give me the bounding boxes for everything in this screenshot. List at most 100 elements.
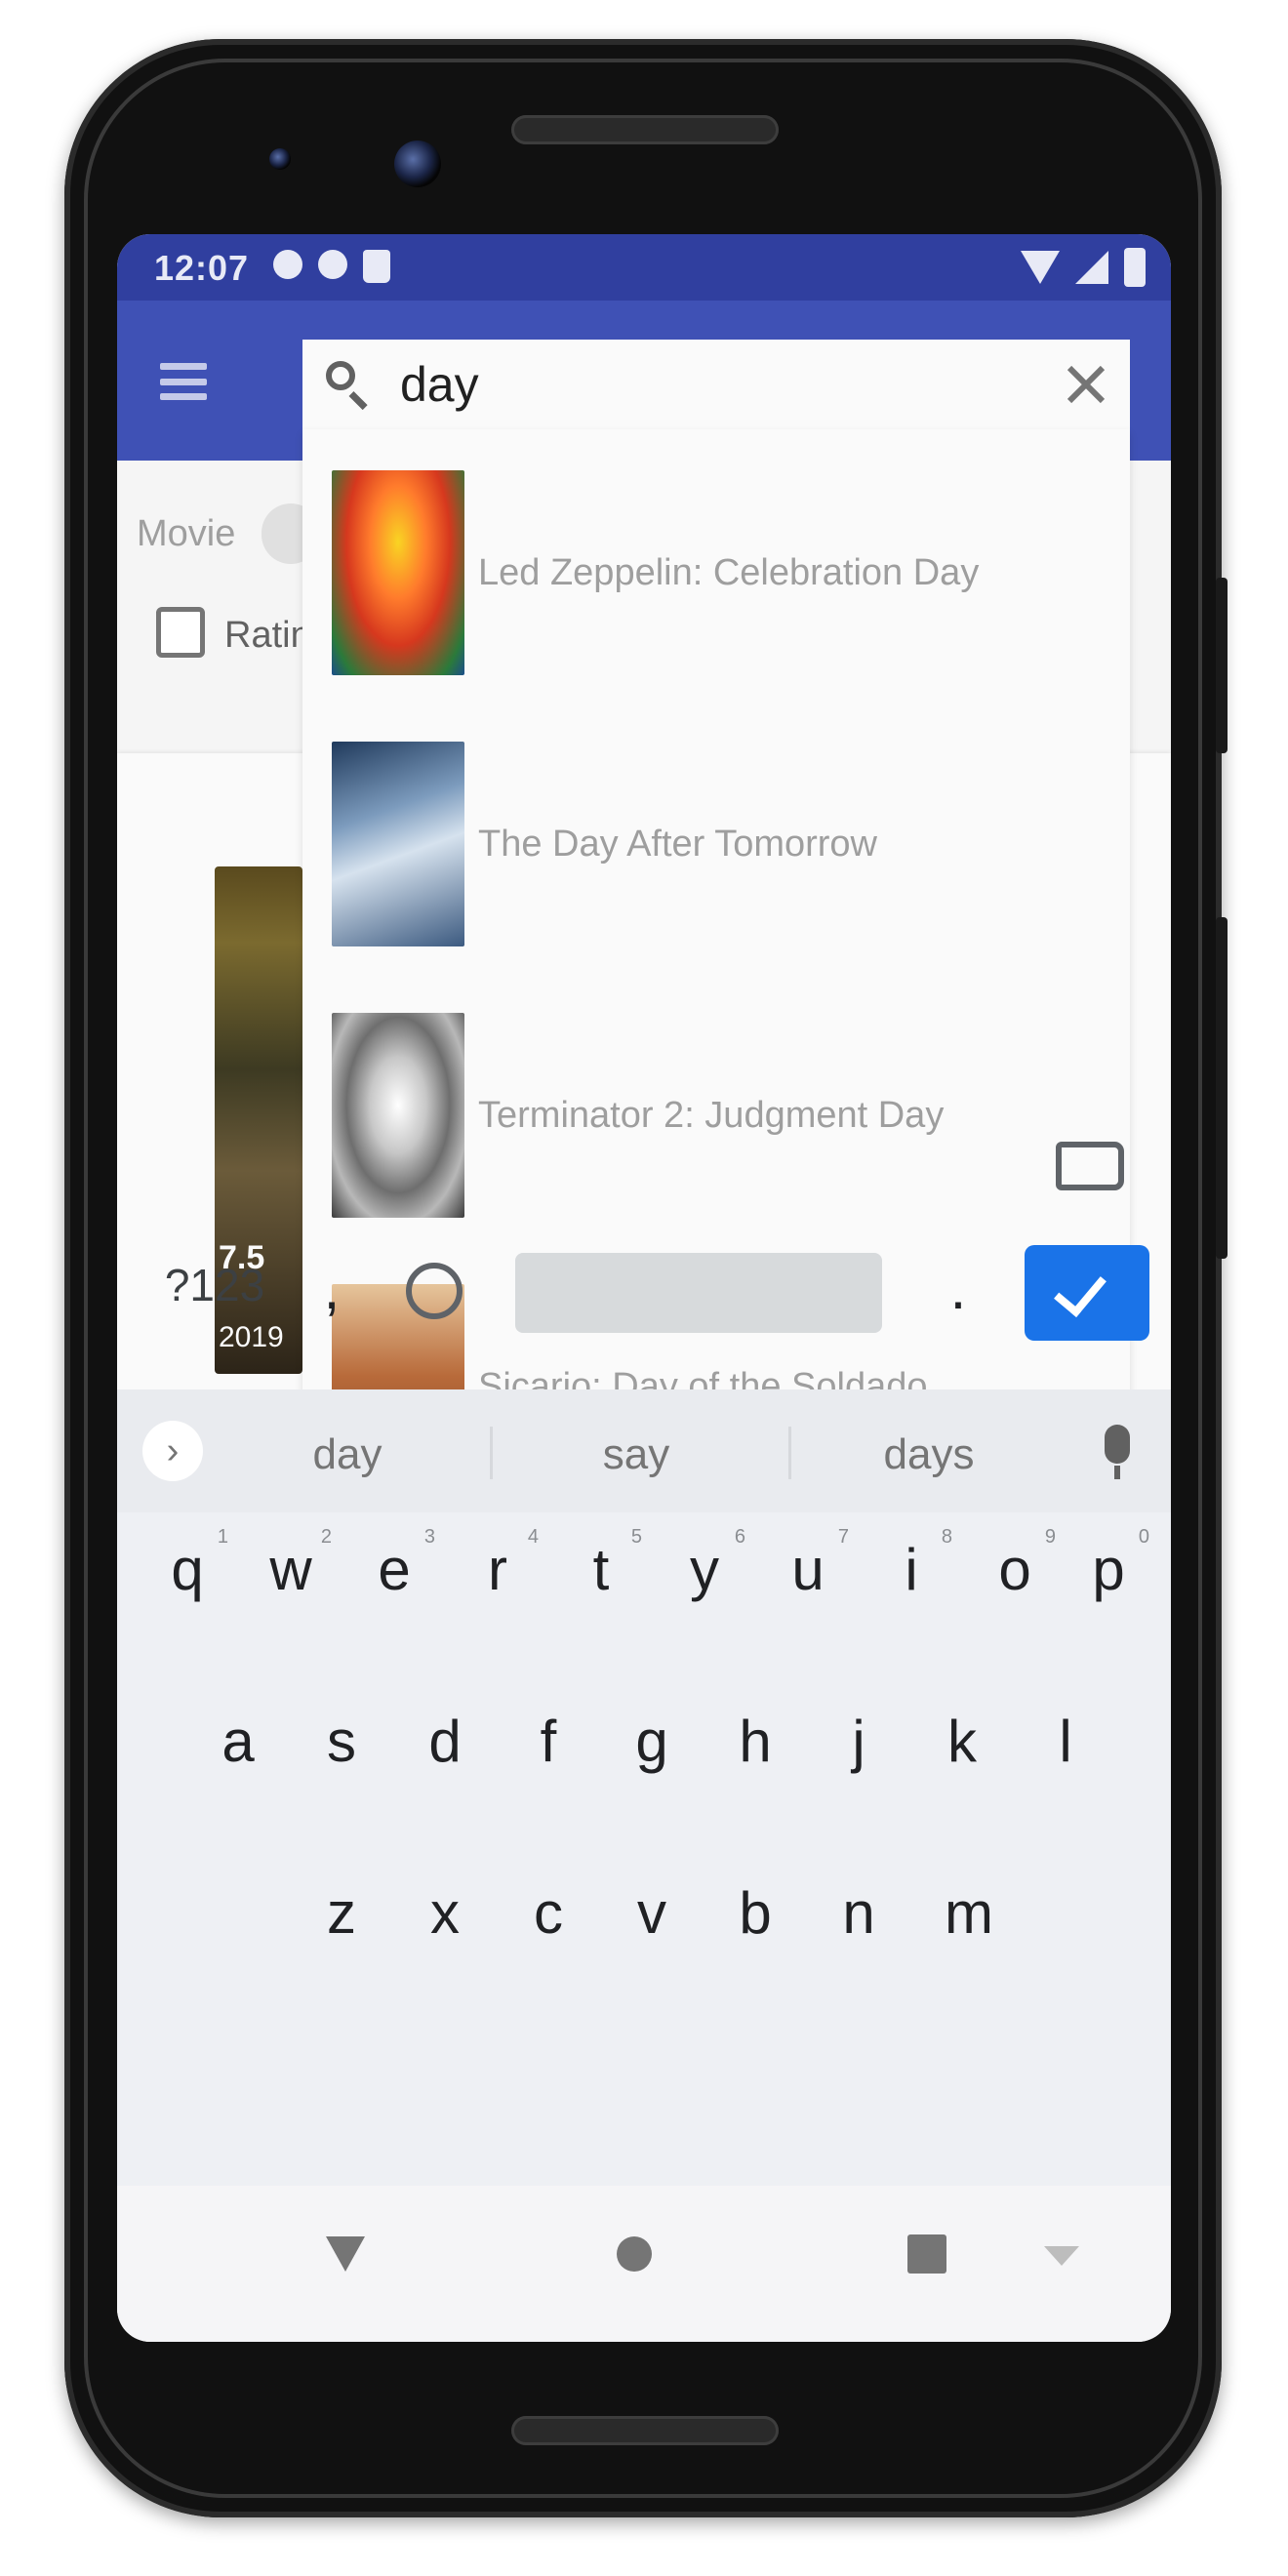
key-h[interactable]: h — [708, 1708, 802, 1805]
volume-button — [1216, 917, 1228, 1259]
earpiece-speaker — [511, 115, 779, 144]
back-icon[interactable] — [326, 2236, 365, 2272]
suggestion-item[interactable]: Terminator 2: Judgment Day — [302, 972, 1130, 1243]
suggestion-item[interactable]: Led Zeppelin: Celebration Day — [302, 429, 1130, 701]
key-j[interactable]: j — [812, 1708, 906, 1805]
microphone-icon[interactable] — [1105, 1425, 1130, 1464]
keyboard-suggestion[interactable]: day — [230, 1430, 464, 1479]
key-hint: 5 — [630, 1526, 642, 1548]
keyboard-suggestion-strip: › day say days — [117, 1389, 1171, 1512]
key-hint: 7 — [837, 1526, 849, 1548]
key-hint: 2 — [320, 1526, 332, 1548]
key-y[interactable]: y6 — [658, 1526, 751, 1633]
key-z[interactable]: z — [295, 1879, 388, 1977]
key-c[interactable]: c — [502, 1879, 595, 1977]
suggestion-poster — [332, 1013, 464, 1218]
phone-screen: 12:07 Movie Ratin 7.5 2019 day Led Zeppe… — [117, 234, 1171, 2342]
movie-filter-label: Movie — [137, 513, 236, 554]
key-hint: 4 — [527, 1526, 539, 1548]
signal-icon — [1075, 251, 1108, 284]
key-hint: 9 — [1044, 1526, 1056, 1548]
key-r[interactable]: r4 — [451, 1526, 544, 1633]
emoji-icon[interactable] — [406, 1263, 463, 1319]
key-m[interactable]: m — [915, 1879, 1023, 1977]
key-letter: t — [592, 1537, 610, 1602]
notification-icon — [273, 250, 302, 279]
key-letter: r — [488, 1537, 507, 1602]
search-icon — [326, 361, 371, 411]
status-time: 12:07 — [154, 248, 250, 288]
key-k[interactable]: k — [915, 1708, 1009, 1805]
key-hint: 1 — [217, 1526, 228, 1548]
bottom-speaker — [511, 2416, 779, 2445]
wifi-icon — [1021, 251, 1060, 284]
key-b[interactable]: b — [708, 1879, 802, 1977]
key-hint: 0 — [1138, 1526, 1149, 1548]
key-f[interactable]: f — [502, 1708, 595, 1805]
key-letter: e — [378, 1537, 411, 1602]
power-button — [1216, 578, 1228, 753]
key-letter: p — [1092, 1537, 1125, 1602]
key-u[interactable]: u7 — [761, 1526, 855, 1633]
comma-key[interactable]: , — [302, 1255, 361, 1343]
notification-icons — [273, 250, 390, 283]
home-icon[interactable] — [617, 2236, 652, 2272]
recents-icon[interactable] — [907, 2234, 946, 2274]
suggestion-poster — [332, 742, 464, 946]
keyboard-suggestion[interactable]: say — [519, 1430, 753, 1479]
symbols-key[interactable]: ?123 — [146, 1259, 283, 1327]
keyboard-suggestion[interactable]: days — [812, 1430, 1046, 1479]
key-d[interactable]: d — [398, 1708, 492, 1805]
clipboard-icon — [363, 250, 390, 283]
key-q[interactable]: q1 — [141, 1526, 234, 1633]
suggestion-title: Terminator 2: Judgment Day — [478, 1095, 945, 1136]
suggestion-title: Led Zeppelin: Celebration Day — [478, 552, 980, 593]
front-camera — [394, 141, 441, 187]
key-v[interactable]: v — [605, 1879, 699, 1977]
key-letter: w — [269, 1537, 312, 1602]
key-x[interactable]: x — [398, 1879, 492, 1977]
space-key[interactable] — [515, 1253, 882, 1333]
key-w[interactable]: w2 — [244, 1526, 338, 1633]
soft-keyboard: › day say days q1 w2 e3 r4 t5 y6 u7 i8 o… — [117, 1389, 1171, 2342]
menu-icon[interactable] — [160, 363, 207, 400]
key-t[interactable]: t5 — [554, 1526, 648, 1633]
backspace-icon[interactable] — [1056, 1142, 1124, 1190]
period-key[interactable]: . — [929, 1255, 987, 1343]
divider — [490, 1427, 493, 1479]
key-letter: o — [998, 1537, 1031, 1602]
key-l[interactable]: l — [1019, 1708, 1112, 1805]
key-hint: 8 — [941, 1526, 952, 1548]
key-letter: q — [171, 1537, 204, 1602]
suggestion-item[interactable]: The Day After Tomorrow — [302, 701, 1130, 972]
close-icon[interactable] — [1064, 363, 1107, 406]
front-sensor — [269, 148, 291, 170]
navigation-bar — [117, 2186, 1171, 2342]
key-a[interactable]: a — [191, 1708, 285, 1805]
hide-keyboard-icon[interactable] — [1044, 2246, 1079, 2266]
key-hint: 3 — [423, 1526, 435, 1548]
rating-checkbox[interactable] — [156, 607, 205, 658]
search-bar — [302, 340, 1130, 429]
suggestion-poster — [332, 470, 464, 675]
suggestion-title: The Day After Tomorrow — [478, 824, 878, 865]
key-hint: 6 — [734, 1526, 745, 1548]
key-letter: y — [690, 1537, 719, 1602]
key-n[interactable]: n — [812, 1879, 906, 1977]
chevron-right-icon[interactable]: › — [142, 1421, 203, 1481]
status-bar: 12:07 — [117, 234, 1171, 301]
divider — [788, 1427, 791, 1479]
battery-icon — [1124, 248, 1146, 287]
key-o[interactable]: o9 — [968, 1526, 1062, 1633]
enter-key[interactable] — [1025, 1245, 1149, 1341]
key-i[interactable]: i8 — [865, 1526, 958, 1633]
key-letter: u — [791, 1537, 825, 1602]
microphone-stand — [1114, 1466, 1120, 1479]
search-input[interactable] — [400, 353, 1025, 416]
key-g[interactable]: g — [605, 1708, 699, 1805]
key-s[interactable]: s — [295, 1708, 388, 1805]
system-icons — [1021, 248, 1146, 287]
notification-icon — [318, 250, 347, 279]
key-p[interactable]: p0 — [1062, 1526, 1155, 1633]
key-e[interactable]: e3 — [347, 1526, 441, 1633]
